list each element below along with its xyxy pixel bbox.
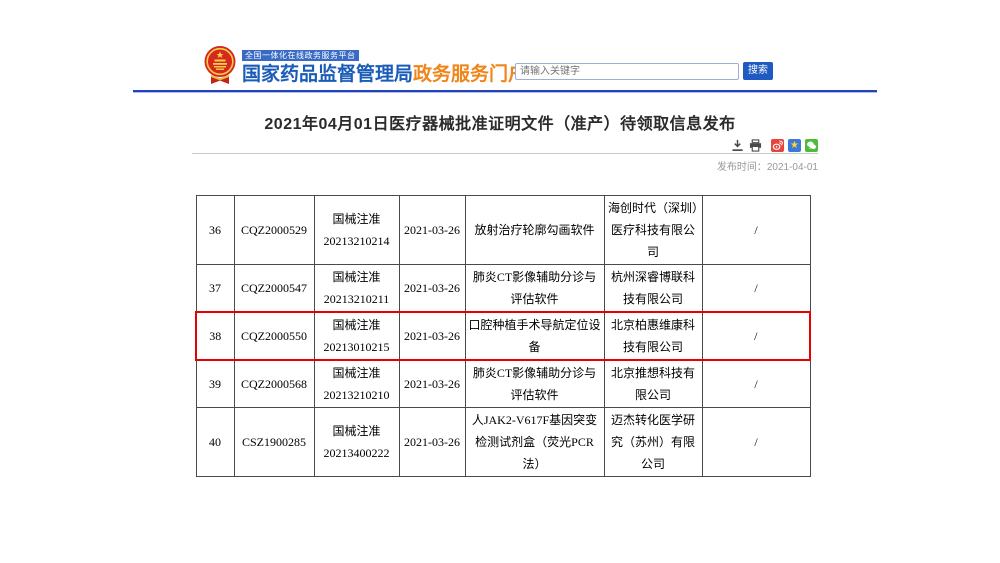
cell-registration-number: 国械注准20213210211: [314, 265, 399, 313]
cell-row-number: 39: [196, 360, 234, 408]
download-icon[interactable]: [730, 139, 744, 152]
publish-date: 发布时间：2021-04-01: [192, 158, 818, 173]
search-input[interactable]: [515, 63, 739, 80]
cell-product-name: 放射治疗轮廓勾画软件: [465, 196, 604, 265]
cell-remark: /: [702, 196, 810, 265]
publish-date-value: 2021-04-01: [767, 162, 818, 173]
cell-company-name: 杭州深睿博联科技有限公司: [604, 265, 702, 313]
cell-remark: /: [702, 360, 810, 408]
cell-remark: /: [702, 408, 810, 477]
header-divider: [133, 90, 877, 93]
search-box: 搜索: [515, 62, 773, 80]
approval-table: 36 CQZ2000529 国械注准20213210214 2021-03-26…: [195, 195, 811, 477]
cell-acceptance-number: CQZ2000568: [234, 360, 314, 408]
table-row: 38 CQZ2000550 国械注准20213010215 2021-03-26…: [196, 312, 810, 360]
platform-badge: 全国一体化在线政务服务平台: [242, 50, 359, 61]
cell-remark: /: [702, 265, 810, 313]
cell-product-name: 人JAK2-V617F基因突变检测试剂盒（荧光PCR法）: [465, 408, 604, 477]
cell-row-number: 40: [196, 408, 234, 477]
cell-company-name: 迈杰转化医学研究（苏州）有限公司: [604, 408, 702, 477]
cell-acceptance-number: CQZ2000550: [234, 312, 314, 360]
cell-acceptance-number: CQZ2000529: [234, 196, 314, 265]
cell-registration-number: 国械注准20213210214: [314, 196, 399, 265]
cell-row-number: 36: [196, 196, 234, 265]
cell-acceptance-number: CSZ1900285: [234, 408, 314, 477]
table-row: 39 CQZ2000568 国械注准20213210210 2021-03-26…: [196, 360, 810, 408]
publish-date-label: 发布时间：: [717, 162, 767, 173]
cell-remark: /: [702, 312, 810, 360]
table-row: 37 CQZ2000547 国械注准20213210211 2021-03-26…: [196, 265, 810, 313]
site-portal-suffix: 政务服务门户: [413, 64, 527, 85]
cell-company-name: 北京柏惠维康科技有限公司: [604, 312, 702, 360]
cell-acceptance-number: CQZ2000547: [234, 265, 314, 313]
cell-registration-number: 国械注准20213010215: [314, 312, 399, 360]
cell-approval-date: 2021-03-26: [399, 196, 465, 265]
cell-row-number: 37: [196, 265, 234, 313]
share-weibo-icon[interactable]: [771, 139, 784, 152]
cell-company-name: 北京推想科技有限公司: [604, 360, 702, 408]
table-row: 36 CQZ2000529 国械注准20213210214 2021-03-26…: [196, 196, 810, 265]
site-title: 国家药品监督管理局政务服务门户: [242, 64, 527, 86]
article-toolbar: ★: [192, 138, 818, 152]
cell-approval-date: 2021-03-26: [399, 265, 465, 313]
print-icon[interactable]: [748, 139, 762, 152]
title-divider: [192, 153, 818, 154]
cell-product-name: 肺炎CT影像辅助分诊与评估软件: [465, 265, 604, 313]
search-button[interactable]: 搜索: [743, 62, 773, 80]
cell-registration-number: 国械注准20213210210: [314, 360, 399, 408]
cell-registration-number: 国械注准20213400222: [314, 408, 399, 477]
cell-row-number: 38: [196, 312, 234, 360]
site-brand[interactable]: 全国一体化在线政务服务平台 国家药品监督管理局政务服务门户: [203, 45, 527, 86]
share-wechat-icon[interactable]: [805, 139, 818, 152]
table-row: 40 CSZ1900285 国械注准20213400222 2021-03-26…: [196, 408, 810, 477]
site-name: 国家药品监督管理局: [242, 64, 413, 85]
national-emblem-logo: [203, 45, 237, 85]
share-qzone-icon[interactable]: ★: [788, 139, 801, 152]
page: 全国一体化在线政务服务平台 国家药品监督管理局政务服务门户 搜索 2021年04…: [0, 0, 1000, 563]
cell-approval-date: 2021-03-26: [399, 408, 465, 477]
cell-product-name: 口腔种植手术导航定位设备: [465, 312, 604, 360]
cell-product-name: 肺炎CT影像辅助分诊与评估软件: [465, 360, 604, 408]
page-title: 2021年04月01日医疗器械批准证明文件（准产）待领取信息发布: [0, 110, 1000, 134]
cell-approval-date: 2021-03-26: [399, 312, 465, 360]
cell-company-name: 海创时代（深圳）医疗科技有限公司: [604, 196, 702, 265]
cell-approval-date: 2021-03-26: [399, 360, 465, 408]
